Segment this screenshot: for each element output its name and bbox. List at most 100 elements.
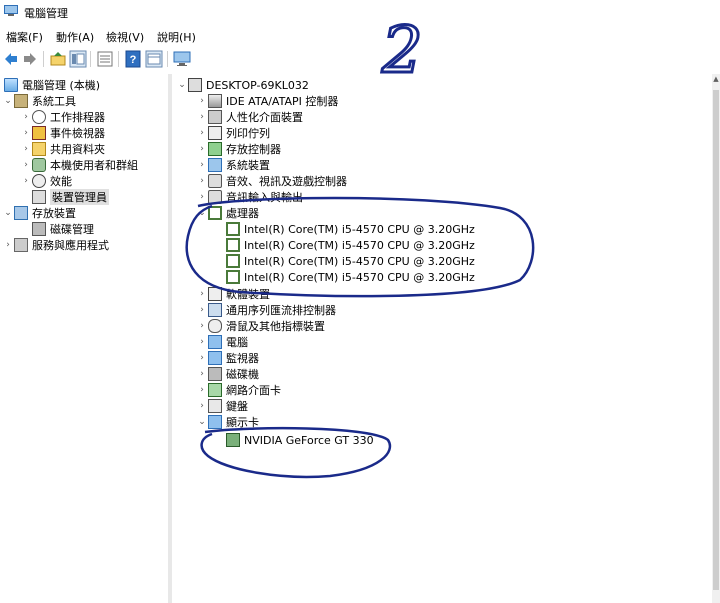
device-category-disk-drives[interactable]: › 磁碟機 xyxy=(196,366,259,382)
tree-item-label: 本機使用者和群組 xyxy=(50,159,138,172)
device-item-display-adapter[interactable]: NVIDIA GeForce GT 330 xyxy=(226,432,374,448)
chevron-right-icon[interactable]: › xyxy=(196,321,208,331)
back-icon[interactable] xyxy=(2,50,20,68)
show-hide-tree-icon[interactable] xyxy=(69,50,87,68)
tree-item-shared-folders[interactable]: › 共用資料夾 xyxy=(20,141,105,157)
device-category-label: 顯示卡 xyxy=(226,416,259,429)
display-adapter-icon xyxy=(226,433,240,447)
device-item-processor[interactable]: Intel(R) Core(TM) i5-4570 CPU @ 3.20GHz xyxy=(226,269,475,285)
device-category-label: 鍵盤 xyxy=(226,400,248,413)
chevron-right-icon[interactable]: › xyxy=(196,353,208,363)
device-category-usb[interactable]: › 通用序列匯流排控制器 xyxy=(196,302,336,318)
chevron-right-icon[interactable]: › xyxy=(196,369,208,379)
tree-item-label: 事件檢視器 xyxy=(50,127,105,140)
tree-item-performance[interactable]: › 效能 xyxy=(20,173,72,189)
title-bar: 電腦管理 xyxy=(0,0,720,24)
device-category-system-devices[interactable]: › 系統裝置 xyxy=(196,157,270,173)
menu-action[interactable]: 動作(A) xyxy=(56,29,94,45)
shared-folders-icon xyxy=(32,142,46,156)
device-item-processor[interactable]: Intel(R) Core(TM) i5-4570 CPU @ 3.20GHz xyxy=(226,221,475,237)
svg-text:?: ? xyxy=(130,54,137,66)
chevron-right-icon[interactable]: › xyxy=(196,160,208,170)
tree-item-local-users[interactable]: › 本機使用者和群組 xyxy=(20,157,138,173)
chevron-right-icon[interactable]: › xyxy=(20,160,32,170)
device-item-processor[interactable]: Intel(R) Core(TM) i5-4570 CPU @ 3.20GHz xyxy=(226,237,475,253)
tree-item-event-viewer[interactable]: › 事件檢視器 xyxy=(20,125,105,141)
device-root-label: DESKTOP-69KL032 xyxy=(206,78,309,92)
chevron-right-icon[interactable]: › xyxy=(196,401,208,411)
device-category-keyboards[interactable]: › 鍵盤 xyxy=(196,398,248,414)
tree-item-storage[interactable]: ⌄ 存放裝置 xyxy=(2,205,76,221)
tree-item-device-manager[interactable]: 裝置管理員 xyxy=(32,189,109,205)
chevron-right-icon[interactable]: › xyxy=(196,144,208,154)
device-category-ide[interactable]: › IDE ATA/ATAPI 控制器 xyxy=(196,93,338,109)
chevron-right-icon[interactable]: › xyxy=(20,128,32,138)
menu-view[interactable]: 檢視(V) xyxy=(106,29,144,45)
chevron-down-icon[interactable]: ⌄ xyxy=(2,208,14,218)
device-category-label: 通用序列匯流排控制器 xyxy=(226,304,336,317)
tree-item-system-tools[interactable]: ⌄ 系統工具 xyxy=(2,93,76,109)
device-item-label: NVIDIA GeForce GT 330 xyxy=(244,433,374,447)
chevron-down-icon[interactable]: ⌄ xyxy=(196,417,208,427)
device-category-display-adapters[interactable]: ⌄ 顯示卡 xyxy=(196,414,259,430)
chevron-right-icon[interactable]: › xyxy=(2,240,14,250)
processor-icon xyxy=(226,254,240,268)
help-icon[interactable]: ? xyxy=(124,50,142,68)
device-category-processors[interactable]: ⌄ 處理器 xyxy=(196,205,259,221)
chevron-right-icon[interactable]: › xyxy=(20,176,32,186)
chevron-down-icon[interactable]: ⌄ xyxy=(176,80,188,90)
chevron-right-icon[interactable]: › xyxy=(196,192,208,202)
device-item-label: Intel(R) Core(TM) i5-4570 CPU @ 3.20GHz xyxy=(244,222,475,236)
device-category-label: 軟體裝置 xyxy=(226,288,270,301)
tree-item-services-apps[interactable]: › 服務與應用程式 xyxy=(2,237,109,253)
menu-bar: 檔案(F) 動作(A) 檢視(V) 說明(H) xyxy=(0,26,720,46)
device-category-storage-controllers[interactable]: › 存放控制器 xyxy=(196,141,281,157)
menu-file[interactable]: 檔案(F) xyxy=(6,29,43,45)
device-category-software-devices[interactable]: › 軟體裝置 xyxy=(196,286,270,302)
chevron-right-icon[interactable]: › xyxy=(196,337,208,347)
device-category-label: 系統裝置 xyxy=(226,159,270,172)
chevron-right-icon[interactable]: › xyxy=(20,112,32,122)
chevron-right-icon[interactable]: › xyxy=(196,96,208,106)
scrollbar-thumb[interactable] xyxy=(713,90,719,590)
printer-icon xyxy=(208,126,222,140)
tree-item-computer-management[interactable]: 電腦管理 (本機) xyxy=(4,77,100,93)
chevron-down-icon[interactable]: ⌄ xyxy=(2,96,14,106)
chevron-right-icon[interactable]: › xyxy=(20,144,32,154)
sound-icon xyxy=(208,174,222,188)
services-icon xyxy=(14,238,28,252)
chevron-right-icon[interactable]: › xyxy=(196,385,208,395)
monitor-icon[interactable] xyxy=(173,50,191,68)
device-category-audio-io[interactable]: › 音訊輸入與輸出 xyxy=(196,189,303,205)
menu-help[interactable]: 說明(H) xyxy=(157,29,196,45)
pc-icon xyxy=(208,335,222,349)
device-category-hid[interactable]: › 人性化介面裝置 xyxy=(196,109,303,125)
device-category-mice[interactable]: › 滑鼠及其他指標裝置 xyxy=(196,318,325,334)
device-root[interactable]: ⌄ DESKTOP-69KL032 xyxy=(176,77,309,93)
window-title: 電腦管理 xyxy=(24,7,68,20)
device-category-label: 人性化介面裝置 xyxy=(226,111,303,124)
properties-icon[interactable] xyxy=(96,50,114,68)
chevron-right-icon[interactable]: › xyxy=(196,289,208,299)
chevron-down-icon[interactable]: ⌄ xyxy=(196,208,208,218)
device-category-monitors[interactable]: › 監視器 xyxy=(196,350,259,366)
device-item-processor[interactable]: Intel(R) Core(TM) i5-4570 CPU @ 3.20GHz xyxy=(226,253,475,269)
toggle-pane-icon[interactable] xyxy=(145,50,163,68)
disk-drive-icon xyxy=(208,367,222,381)
device-category-computer[interactable]: › 電腦 xyxy=(196,334,248,350)
device-category-print-queue[interactable]: › 列印佇列 xyxy=(196,125,270,141)
up-folder-icon[interactable] xyxy=(49,50,67,68)
tree-item-task-scheduler[interactable]: › 工作排程器 xyxy=(20,109,105,125)
chevron-right-icon[interactable]: › xyxy=(196,176,208,186)
tree-item-disk-management[interactable]: 磁碟管理 xyxy=(32,221,94,237)
device-category-sound[interactable]: › 音效、視訊及遊戲控制器 xyxy=(196,173,347,189)
chevron-right-icon[interactable]: › xyxy=(196,128,208,138)
device-category-label: 磁碟機 xyxy=(226,368,259,381)
scroll-up-arrow-icon[interactable]: ▲ xyxy=(712,75,720,85)
forward-icon[interactable] xyxy=(21,50,39,68)
chevron-right-icon[interactable]: › xyxy=(196,112,208,122)
tree-item-label: 電腦管理 (本機) xyxy=(22,79,101,92)
chevron-right-icon[interactable]: › xyxy=(196,305,208,315)
toolbar-separator xyxy=(43,51,44,67)
device-category-network-adapters[interactable]: › 網路介面卡 xyxy=(196,382,281,398)
